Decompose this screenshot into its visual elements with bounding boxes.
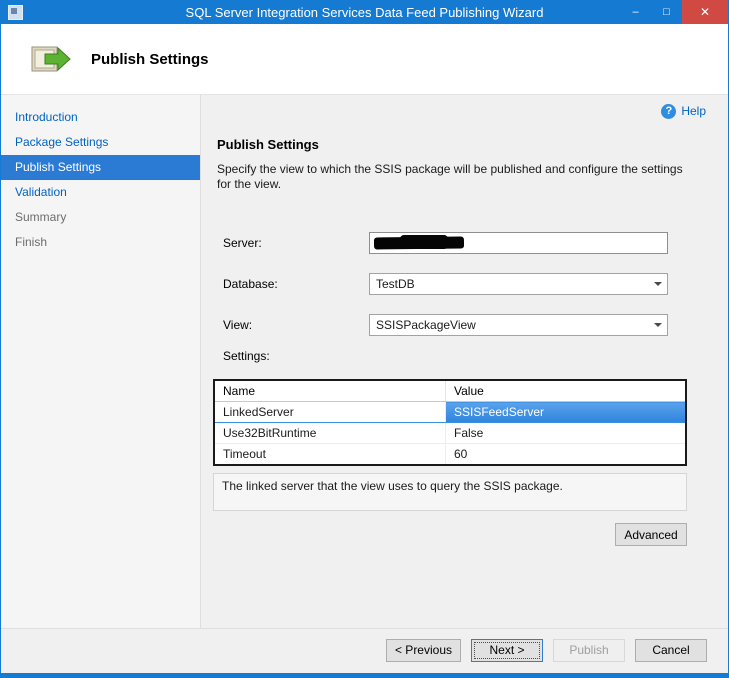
server-input[interactable]	[369, 232, 668, 254]
redaction-mark	[400, 235, 448, 249]
database-selected-value: TestDB	[376, 277, 415, 291]
property-description: The linked server that the view uses to …	[213, 473, 687, 511]
sidebar-item-finish: Finish	[1, 230, 200, 255]
sidebar-item-introduction[interactable]: Introduction	[1, 105, 200, 130]
publish-button: Publish	[553, 639, 625, 662]
sidebar-item-validation[interactable]: Validation	[1, 180, 200, 205]
chevron-down-icon[interactable]	[649, 274, 667, 294]
settings-label: Settings:	[223, 349, 728, 363]
previous-button[interactable]: < Previous	[386, 639, 461, 662]
sidebar-item-publish-settings[interactable]: Publish Settings	[1, 155, 200, 180]
property-name-cell[interactable]: Use32BitRuntime	[214, 423, 446, 444]
section-description: Specify the view to which the SSIS packa…	[217, 162, 689, 192]
table-header-row: Name Value	[214, 380, 686, 402]
property-name-cell[interactable]: Timeout	[214, 444, 446, 466]
table-row[interactable]: LinkedServer SSISFeedServer	[214, 402, 686, 423]
next-button[interactable]: Next >	[471, 639, 543, 662]
view-label: View:	[223, 318, 369, 332]
property-value-cell[interactable]: 60	[446, 444, 687, 466]
settings-table: Name Value LinkedServer SSISFeedServer U…	[213, 379, 687, 466]
page-title: Publish Settings	[91, 51, 209, 68]
sidebar: Introduction Package Settings Publish Se…	[1, 95, 201, 628]
column-header-value: Value	[446, 380, 687, 402]
cancel-button[interactable]: Cancel	[635, 639, 707, 662]
chevron-down-icon[interactable]	[649, 315, 667, 335]
column-header-name: Name	[214, 380, 446, 402]
window-title: SQL Server Integration Services Data Fee…	[1, 5, 728, 20]
help-link[interactable]: Help	[681, 104, 706, 118]
sidebar-item-package-settings[interactable]: Package Settings	[1, 130, 200, 155]
publish-wizard-icon	[29, 39, 71, 79]
server-field-row: Server:	[223, 232, 728, 254]
advanced-row: Advanced	[213, 523, 687, 546]
property-value-cell[interactable]: False	[446, 423, 687, 444]
database-select[interactable]: TestDB	[369, 273, 668, 295]
section-title: Publish Settings	[217, 137, 728, 152]
view-field-row: View: SSISPackageView	[223, 314, 728, 336]
window-bottom-border	[1, 673, 728, 678]
server-label: Server:	[223, 236, 369, 250]
window-controls: – □ ✕	[620, 0, 728, 24]
minimize-button[interactable]: –	[620, 0, 651, 24]
maximize-button[interactable]: □	[651, 0, 682, 24]
wizard-window: SQL Server Integration Services Data Fee…	[0, 0, 729, 678]
sidebar-item-summary: Summary	[1, 205, 200, 230]
table-row[interactable]: Use32BitRuntime False	[214, 423, 686, 444]
property-name-cell[interactable]: LinkedServer	[214, 402, 446, 423]
view-selected-value: SSISPackageView	[376, 318, 476, 332]
database-field-row: Database: TestDB	[223, 273, 728, 295]
database-label: Database:	[223, 277, 369, 291]
property-value-cell[interactable]: SSISFeedServer	[446, 402, 687, 423]
footer: < Previous Next > Publish Cancel	[1, 628, 728, 673]
wizard-header: Publish Settings	[1, 24, 728, 95]
close-button[interactable]: ✕	[682, 0, 728, 24]
titlebar: SQL Server Integration Services Data Fee…	[1, 0, 728, 24]
table-row[interactable]: Timeout 60	[214, 444, 686, 466]
content-panel: ? Help Publish Settings Specify the view…	[201, 95, 728, 628]
help-icon[interactable]: ?	[661, 104, 676, 119]
view-select[interactable]: SSISPackageView	[369, 314, 668, 336]
app-icon	[8, 5, 23, 20]
help-row: ? Help	[201, 95, 728, 119]
wizard-body: Introduction Package Settings Publish Se…	[1, 95, 728, 628]
advanced-button[interactable]: Advanced	[615, 523, 687, 546]
